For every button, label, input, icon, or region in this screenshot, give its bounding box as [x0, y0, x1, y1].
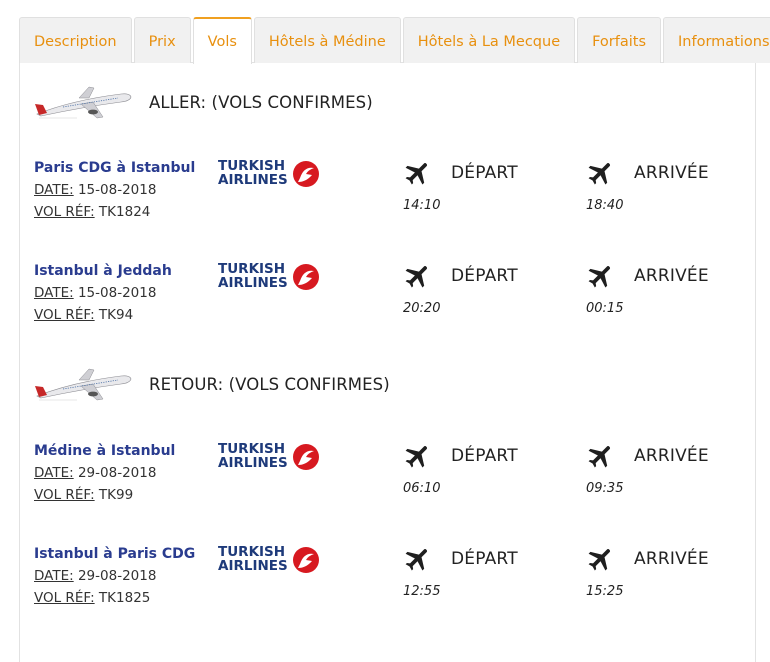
date-key: DATE: [34, 568, 74, 584]
arrival-column: ARRIVÉE 09:35 [586, 441, 709, 496]
tab-informations[interactable]: Informations [663, 17, 770, 63]
flight-date: DATE: 15-08-2018 [34, 182, 156, 198]
arrival-time: 09:35 [586, 481, 624, 496]
flight-route: Paris CDG à Istanbul [34, 160, 196, 176]
departure-plane-icon [405, 266, 427, 288]
departure-column: DÉPART 14:10 [403, 158, 518, 213]
departure-plane-icon [405, 163, 427, 185]
date-value: 15-08-2018 [77, 182, 157, 198]
section-title: RETOUR: (VOLS CONFIRMES) [149, 374, 390, 394]
flight-row: Médine à Istanbul DATE: 29-08-2018 VOL R… [0, 441, 770, 523]
departure-label: DÉPART [451, 266, 518, 286]
arrival-time: 15:25 [586, 584, 624, 599]
tab-hotels-la-mecque[interactable]: Hôtels à La Mecque [402, 17, 576, 63]
date-key: DATE: [34, 465, 74, 481]
arrival-time: 18:40 [586, 198, 624, 213]
departure-column: DÉPART 12:55 [403, 544, 518, 599]
outbound-section-header: ALLER: (VOLS CONFIRMES) [33, 82, 373, 122]
departure-label: DÉPART [451, 549, 518, 569]
tab-vols[interactable]: Vols [192, 17, 252, 64]
flight-ref: VOL RÉF: TK94 [34, 307, 133, 323]
flight-ref: VOL RÉF: TK1824 [34, 204, 150, 220]
turkish-airlines-logo: TURKISH AIRLINES [218, 544, 319, 574]
flight-route: Médine à Istanbul [34, 443, 176, 459]
ref-key: VOL RÉF: [34, 204, 95, 220]
departure-time: 12:55 [403, 584, 441, 599]
tab-description[interactable]: Description [19, 17, 132, 63]
arrival-label: ARRIVÉE [634, 446, 709, 466]
arrival-time: 00:15 [586, 301, 624, 316]
departure-column: DÉPART 20:20 [403, 261, 518, 316]
arrival-column: ARRIVÉE 00:15 [586, 261, 709, 316]
ref-value: TK1825 [98, 590, 151, 606]
arrival-label: ARRIVÉE [634, 266, 709, 286]
airline-line2: AIRLINES [218, 558, 288, 574]
return-section-header: RETOUR: (VOLS CONFIRMES) [33, 364, 390, 404]
ref-value: TK94 [98, 307, 134, 323]
departure-plane-icon [405, 549, 427, 571]
departure-label: DÉPART [451, 446, 518, 466]
section-title: ALLER: (VOLS CONFIRMES) [149, 92, 373, 112]
flight-row: Istanbul à Paris CDG DATE: 29-08-2018 VO… [0, 544, 770, 626]
ref-value: TK1824 [98, 204, 151, 220]
tab-hotels-medine[interactable]: Hôtels à Médine [253, 17, 401, 63]
ref-key: VOL RÉF: [34, 487, 95, 503]
turkish-airlines-logo: TURKISH AIRLINES [218, 158, 319, 188]
turkish-airlines-logo: TURKISH AIRLINES [218, 441, 319, 471]
departure-time: 20:20 [403, 301, 441, 316]
airliner-illustration-icon [35, 368, 132, 401]
tab-prix[interactable]: Prix [133, 17, 191, 63]
departure-time: 06:10 [403, 481, 441, 496]
flight-row: Paris CDG à Istanbul DATE: 15-08-2018 VO… [0, 158, 770, 240]
flight-ref: VOL RÉF: TK1825 [34, 590, 150, 606]
date-value: 29-08-2018 [77, 465, 157, 481]
date-key: DATE: [34, 285, 74, 301]
flight-date: DATE: 29-08-2018 [34, 465, 156, 481]
tab-forfaits[interactable]: Forfaits [577, 17, 662, 63]
flight-date: DATE: 29-08-2018 [34, 568, 156, 584]
date-value: 29-08-2018 [77, 568, 157, 584]
arrival-plane-icon [588, 549, 610, 571]
tab-bar: Description Prix Vols Hôtels à Médine Hô… [19, 17, 770, 64]
turkish-airlines-logo: TURKISH AIRLINES [218, 261, 319, 291]
airline-line2: AIRLINES [218, 172, 288, 188]
flight-route: Istanbul à Jeddah [34, 263, 172, 279]
arrival-plane-icon [588, 163, 610, 185]
date-key: DATE: [34, 182, 74, 198]
departure-plane-icon [405, 446, 427, 468]
flight-route: Istanbul à Paris CDG [34, 546, 196, 562]
departure-label: DÉPART [451, 163, 518, 183]
ref-key: VOL RÉF: [34, 307, 95, 323]
ref-value: TK99 [98, 487, 134, 503]
arrival-plane-icon [588, 446, 610, 468]
arrival-column: ARRIVÉE 15:25 [586, 544, 709, 599]
arrival-label: ARRIVÉE [634, 163, 709, 183]
date-value: 15-08-2018 [77, 285, 157, 301]
flight-date: DATE: 15-08-2018 [34, 285, 156, 301]
departure-time: 14:10 [403, 198, 441, 213]
flight-row: Istanbul à Jeddah DATE: 15-08-2018 VOL R… [0, 261, 770, 343]
departure-column: DÉPART 06:10 [403, 441, 518, 496]
airliner-illustration-icon [35, 86, 132, 119]
airline-line2: AIRLINES [218, 455, 288, 471]
arrival-label: ARRIVÉE [634, 549, 709, 569]
ref-key: VOL RÉF: [34, 590, 95, 606]
arrival-plane-icon [588, 266, 610, 288]
flight-ref: VOL RÉF: TK99 [34, 487, 133, 503]
arrival-column: ARRIVÉE 18:40 [586, 158, 709, 213]
airline-line2: AIRLINES [218, 275, 288, 291]
